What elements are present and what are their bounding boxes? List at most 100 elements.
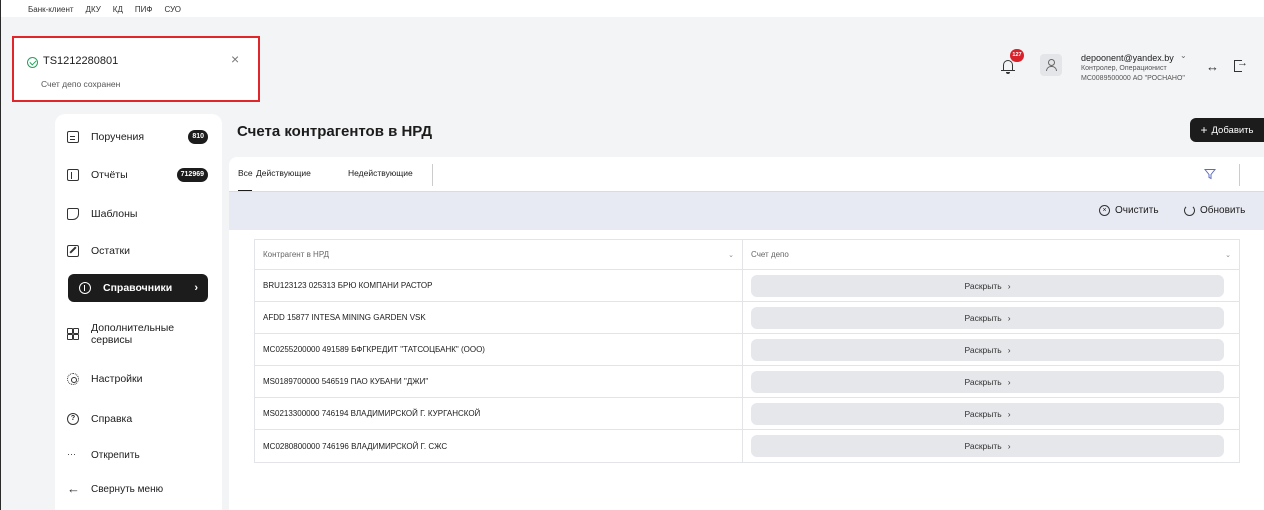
table-row: AFDD 15877 INTESA MINING GARDEN VSK Раск… (255, 302, 1239, 334)
expand-button[interactable]: Раскрыть › (751, 402, 1224, 425)
table-toolbar: × Очистить Обновить (229, 191, 1264, 230)
sidebar-item-settings[interactable]: Настройки (67, 365, 208, 393)
filter-icon[interactable] (1204, 168, 1216, 180)
page-title: Счета контрагентов в НРД (237, 123, 433, 140)
sidebar-item-label: Открепить (91, 450, 140, 461)
sidebar-item-label: Отчёты (91, 169, 128, 181)
toast-title: TS1212280801 (43, 55, 119, 67)
sidebar-item-label: Дополнительные сервисы (91, 322, 175, 346)
table-row: MC0280800000 746196 ВЛАДИМИРСКОЙ Г. СЖС … (255, 430, 1239, 462)
chevron-right-icon: › (194, 282, 198, 294)
avatar[interactable] (1040, 54, 1062, 76)
clear-label: Очистить (1115, 205, 1159, 216)
refresh-button[interactable]: Обновить (1184, 205, 1245, 216)
sidebar-item-orders[interactable]: Поручения 810 (67, 123, 208, 151)
chevron-down-icon: ⌄ (728, 251, 735, 259)
notifications-badge: 127 (1010, 49, 1024, 62)
expand-button[interactable]: Раскрыть › (751, 274, 1224, 297)
column-label: Счет депо (751, 250, 789, 259)
counterparty-cell: AFDD 15877 INTESA MINING GARDEN VSK (255, 302, 743, 333)
user-org: MC0089500000 АО "РОСНАНО" (1081, 75, 1185, 82)
toast-message: Счет депо сохранен (41, 79, 121, 89)
gear-icon (67, 373, 79, 385)
chevron-right-icon: › (1007, 280, 1011, 291)
help-icon: ? (67, 413, 79, 425)
refresh-icon (1184, 205, 1195, 216)
expand-label: Раскрыть (964, 408, 1002, 419)
sidebar-item-label: Справочники (103, 282, 173, 294)
tab-active[interactable]: Действующие (256, 168, 311, 178)
expand-button[interactable]: Раскрыть › (751, 306, 1224, 329)
sidebar-item-services[interactable]: Дополнительные сервисы (67, 317, 208, 351)
user-roles: Контролер, Операционист (1081, 65, 1167, 72)
sidebar-item-templates[interactable]: Шаблоны (67, 200, 208, 228)
sidebar-item-label: Остатки (91, 245, 130, 257)
product-menu: Банк-клиент ДКУ КД ПИФ СУО (28, 0, 181, 18)
success-toast: TS1212280801 Счет депо сохранен × (12, 36, 260, 102)
counterparty-cell: BRU123123 025313 БРЮ КОМПАНИ РАСТОР (255, 270, 743, 301)
dots-icon: ··· (67, 449, 76, 459)
sidebar: Поручения 810 Отчёты 712969 Шаблоны Оста… (55, 114, 222, 510)
check-circle-icon (27, 57, 38, 68)
tabs-bar: Все Действующие Недействующие (229, 157, 1264, 192)
product-suo[interactable]: СУО (164, 5, 181, 14)
template-icon (67, 208, 79, 220)
expand-label: Раскрыть (964, 441, 1002, 451)
tab-all[interactable]: Все (238, 168, 253, 178)
chevron-right-icon: › (1007, 312, 1011, 323)
sidebar-item-balances[interactable]: Остатки (67, 237, 208, 265)
expand-label: Раскрыть (964, 280, 1002, 291)
clear-button[interactable]: × Очистить (1099, 205, 1159, 216)
counterparty-cell: MS0213300000 746194 ВЛАДИМИРСКОЙ Г. КУРГ… (255, 398, 743, 429)
reports-count-badge: 712969 (176, 168, 208, 182)
grid-icon (67, 328, 79, 340)
close-icon[interactable]: × (231, 52, 239, 66)
user-email[interactable]: depoonent@yandex.by (1081, 53, 1174, 63)
column-depo-account[interactable]: Счет депо ⌄ (743, 240, 1239, 269)
counterparty-cell: MC0255200000 491589 БФГКРЕДИТ "ТАТСОЦБАН… (255, 334, 743, 365)
expand-label: Раскрыть (964, 344, 1002, 355)
sidebar-item-label: Справка (91, 413, 133, 425)
orders-count-badge: 810 (188, 130, 208, 144)
table-row: MC0255200000 491589 БФГКРЕДИТ "ТАТСОЦБАН… (255, 334, 1239, 366)
product-bank-client[interactable]: Банк-клиент (28, 5, 74, 14)
column-counterparty[interactable]: Контрагент в НРД ⌄ (255, 240, 744, 269)
arrow-left-icon: ← (67, 481, 80, 496)
sidebar-item-label: Поручения (91, 131, 145, 143)
product-kd[interactable]: КД (113, 5, 123, 14)
product-pif[interactable]: ПИФ (135, 5, 153, 14)
table-row: MS0189700000 546519 ПАО КУБАНИ "ДЖИ" Рас… (255, 366, 1239, 398)
sidebar-item-references[interactable]: Справочники › (68, 274, 208, 302)
info-icon (79, 282, 91, 294)
logout-icon[interactable]: → (1234, 57, 1248, 72)
column-label: Контрагент в НРД (263, 250, 330, 259)
sidebar-item-label: Свернуть меню (91, 484, 164, 495)
product-dku[interactable]: ДКУ (86, 5, 101, 14)
chevron-down-icon: ⌄ (1225, 251, 1231, 259)
sidebar-collapse[interactable]: ← Свернуть меню (67, 476, 208, 504)
sidebar-item-reports[interactable]: Отчёты 712969 (67, 161, 208, 189)
expand-button[interactable]: Раскрыть › (751, 338, 1224, 361)
table-header: Контрагент в НРД ⌄ Счет депо ⌄ (255, 240, 1239, 270)
report-icon (67, 169, 79, 181)
swap-arrows-icon[interactable]: ↔ (1206, 60, 1219, 73)
chevron-right-icon: › (1007, 441, 1011, 451)
sidebar-item-help[interactable]: ? Справка (67, 405, 208, 433)
expand-button[interactable]: Раскрыть › (751, 370, 1224, 393)
expand-button[interactable]: Раскрыть › (751, 435, 1224, 457)
chevron-right-icon: › (1007, 376, 1011, 387)
add-button[interactable]: + Добавить (1190, 118, 1264, 142)
sidebar-unpin[interactable]: ··· Открепить (67, 442, 208, 470)
add-button-label: Добавить (1211, 124, 1254, 136)
document-icon (67, 131, 79, 143)
divider (432, 164, 433, 186)
divider (1239, 164, 1240, 186)
table-row: MS0213300000 746194 ВЛАДИМИРСКОЙ Г. КУРГ… (255, 398, 1239, 430)
table-row: BRU123123 025313 БРЮ КОМПАНИ РАСТОР Раск… (255, 270, 1239, 302)
sidebar-item-label: Настройки (91, 373, 143, 385)
edit-icon (67, 245, 79, 257)
chevron-down-icon[interactable]: ⌄ (1180, 51, 1187, 60)
tab-inactive[interactable]: Недействующие (348, 168, 413, 178)
chevron-right-icon: › (1007, 344, 1011, 355)
chevron-right-icon: › (1007, 408, 1011, 419)
